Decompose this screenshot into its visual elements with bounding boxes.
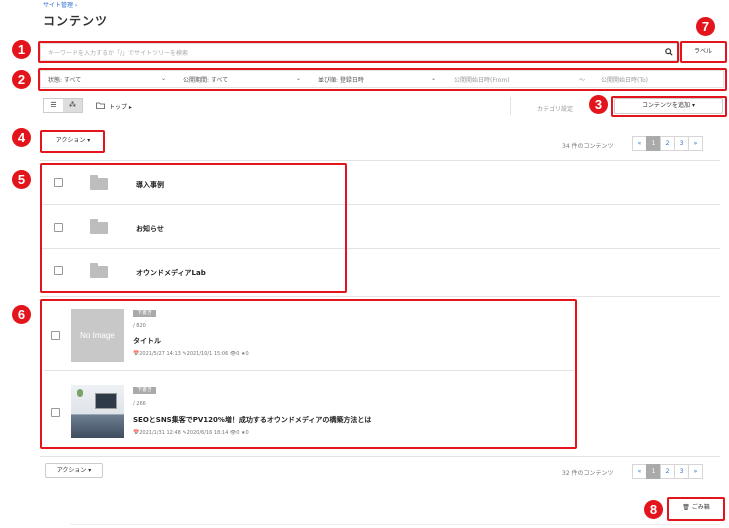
divider	[40, 296, 720, 297]
pagination-bottom: « 1 2 3 »	[632, 464, 703, 479]
callout-badge-6: 6	[12, 305, 31, 324]
divider	[40, 456, 720, 457]
breadcrumb[interactable]: サイト管理 ›	[43, 0, 77, 9]
callout-badge-5: 5	[12, 170, 31, 189]
pager-next[interactable]: »	[688, 136, 703, 151]
callout-box-6	[40, 299, 577, 449]
callout-badge-2: 2	[12, 70, 31, 89]
pager-prev[interactable]: «	[632, 464, 647, 479]
divider	[40, 160, 720, 161]
pager-page-3[interactable]: 3	[674, 464, 689, 479]
page-title: コンテンツ	[43, 14, 109, 28]
callout-box-2	[38, 68, 727, 91]
pager-prev[interactable]: «	[632, 136, 647, 151]
callout-badge-1: 1	[12, 40, 31, 59]
folder-open-icon	[96, 102, 105, 109]
footer-line	[70, 524, 720, 525]
pagination-top: « 1 2 3 »	[632, 136, 703, 151]
callout-badge-7: 7	[696, 17, 715, 36]
root-folder-link[interactable]: トップ ▸	[109, 102, 132, 111]
view-toggle: ☰ ⁂	[43, 98, 83, 113]
action-dropdown-bottom[interactable]: アクション ▾	[45, 463, 103, 478]
list-view-icon[interactable]: ☰	[44, 99, 63, 112]
content-count: 34 件のコンテンツ	[562, 143, 614, 150]
callout-box-3	[611, 96, 727, 117]
callout-badge-8: 8	[644, 500, 663, 519]
callout-box-8	[667, 497, 725, 521]
pager-page-3[interactable]: 3	[674, 136, 689, 151]
callout-badge-4: 4	[12, 128, 31, 147]
callout-box-1	[38, 41, 679, 63]
callout-badge-3: 3	[589, 95, 608, 114]
content-count-bottom: 32 件のコンテンツ	[562, 470, 614, 477]
toolbar-divider	[510, 97, 511, 115]
pager-page-1[interactable]: 1	[646, 464, 661, 479]
category-settings-link[interactable]: カテゴリ設定	[537, 104, 573, 113]
pager-page-2[interactable]: 2	[660, 136, 675, 151]
pager-page-2[interactable]: 2	[660, 464, 675, 479]
callout-box-4	[40, 130, 105, 153]
callout-box-5	[40, 163, 347, 293]
pager-page-1[interactable]: 1	[646, 136, 661, 151]
tree-view-icon[interactable]: ⁂	[63, 99, 82, 112]
callout-box-7	[680, 41, 727, 63]
pager-next[interactable]: »	[688, 464, 703, 479]
